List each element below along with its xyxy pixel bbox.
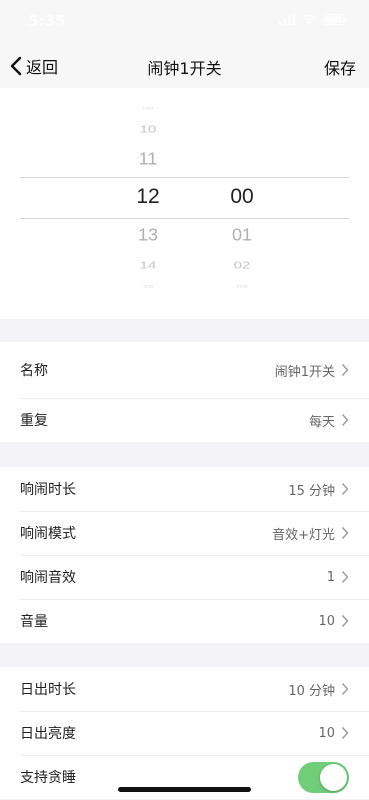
ring-settings-group: 响闹时长 15 分钟 响闹模式 音效+灯光 响闹音效 1 音量 10 bbox=[0, 467, 369, 643]
repeat-label: 重复 bbox=[20, 413, 48, 429]
sunrise-brightness-label: 日出亮度 bbox=[20, 726, 76, 742]
time-picker[interactable]: 09 10 11 12 13 14 15 00 01 02 03 bbox=[0, 88, 369, 319]
minute-option[interactable]: 01 bbox=[212, 226, 272, 246]
chevron-right-icon bbox=[341, 414, 349, 426]
section-gap bbox=[0, 643, 369, 667]
minute-option[interactable]: 00 bbox=[212, 185, 272, 209]
ring-sound-value: 1 bbox=[326, 569, 335, 585]
sunrise-duration-label: 日出时长 bbox=[20, 682, 76, 698]
chevron-right-icon bbox=[341, 727, 349, 739]
signal-icon bbox=[279, 14, 296, 25]
ring-duration-value: 15 分钟 bbox=[288, 483, 335, 499]
navigation-bar: 返回 闹钟1开关 保存 bbox=[0, 44, 369, 88]
sunrise-brightness-value: 10 bbox=[318, 725, 335, 741]
sunrise-duration-row[interactable]: 日出时长 10 分钟 bbox=[0, 667, 369, 711]
hour-option[interactable]: 10 bbox=[118, 123, 178, 135]
hour-option[interactable]: 13 bbox=[118, 226, 178, 246]
minute-option[interactable]: 03 bbox=[212, 285, 272, 289]
picker-selection-line-bottom bbox=[20, 218, 349, 219]
ring-duration-label: 响闹时长 bbox=[20, 482, 76, 498]
section-gap bbox=[0, 319, 369, 342]
hour-option[interactable]: 14 bbox=[118, 260, 178, 272]
name-label: 名称 bbox=[20, 363, 48, 379]
ring-mode-row[interactable]: 响闹模式 音效+灯光 bbox=[0, 511, 369, 555]
hour-wheel[interactable]: 09 10 11 12 13 14 15 bbox=[118, 88, 178, 319]
volume-value: 10 bbox=[318, 613, 335, 629]
hour-option[interactable]: 15 bbox=[118, 285, 178, 289]
status-bar: 5:35 bbox=[0, 0, 369, 44]
sunrise-settings-group: 日出时长 10 分钟 日出亮度 10 支持贪睡 bbox=[0, 667, 369, 799]
volume-row[interactable]: 音量 10 bbox=[0, 599, 369, 643]
repeat-value: 每天 bbox=[308, 414, 335, 430]
volume-label: 音量 bbox=[20, 614, 48, 630]
section-gap bbox=[0, 442, 369, 467]
alarm-edit-screen: 5:35 返回 闹钟1开关 保存 09 10 11 12 13 14 15 00… bbox=[0, 0, 369, 800]
repeat-row[interactable]: 重复 每天 bbox=[0, 398, 369, 442]
toggle-knob bbox=[320, 763, 347, 791]
hour-option[interactable]: 11 bbox=[118, 150, 178, 170]
hour-option[interactable]: 12 bbox=[118, 185, 178, 209]
minute-wheel[interactable]: 00 01 02 03 bbox=[212, 88, 272, 319]
ring-sound-label: 响闹音效 bbox=[20, 570, 76, 586]
chevron-right-icon bbox=[341, 527, 349, 539]
chevron-right-icon bbox=[341, 364, 349, 376]
battery-icon bbox=[323, 14, 347, 25]
sunrise-brightness-row[interactable]: 日出亮度 10 bbox=[0, 711, 369, 755]
ring-mode-label: 响闹模式 bbox=[20, 526, 76, 542]
chevron-right-icon bbox=[341, 683, 349, 695]
ring-duration-row[interactable]: 响闹时长 15 分钟 bbox=[0, 467, 369, 511]
chevron-right-icon bbox=[341, 571, 349, 583]
home-indicator bbox=[118, 787, 251, 792]
minute-option[interactable]: 02 bbox=[212, 260, 272, 272]
status-time: 5:35 bbox=[28, 12, 66, 30]
name-row[interactable]: 名称 闹钟1开关 bbox=[0, 342, 369, 398]
save-button[interactable]: 保存 bbox=[324, 55, 356, 79]
snooze-toggle[interactable] bbox=[298, 761, 349, 793]
ring-sound-row[interactable]: 响闹音效 1 bbox=[0, 555, 369, 599]
snooze-label: 支持贪睡 bbox=[20, 770, 76, 786]
wifi-icon bbox=[302, 14, 317, 25]
chevron-right-icon bbox=[341, 615, 349, 627]
page-title: 闹钟1开关 bbox=[147, 59, 222, 78]
name-value: 闹钟1开关 bbox=[274, 364, 335, 380]
basic-settings-group: 名称 闹钟1开关 重复 每天 bbox=[0, 342, 369, 442]
snooze-row: 支持贪睡 bbox=[0, 755, 369, 799]
hour-option[interactable]: 09 bbox=[118, 106, 178, 110]
sunrise-duration-value: 10 分钟 bbox=[288, 683, 335, 699]
picker-selection-line-top bbox=[20, 177, 349, 178]
status-icons bbox=[279, 14, 347, 25]
ring-mode-value: 音效+灯光 bbox=[272, 527, 335, 543]
chevron-right-icon bbox=[341, 483, 349, 495]
